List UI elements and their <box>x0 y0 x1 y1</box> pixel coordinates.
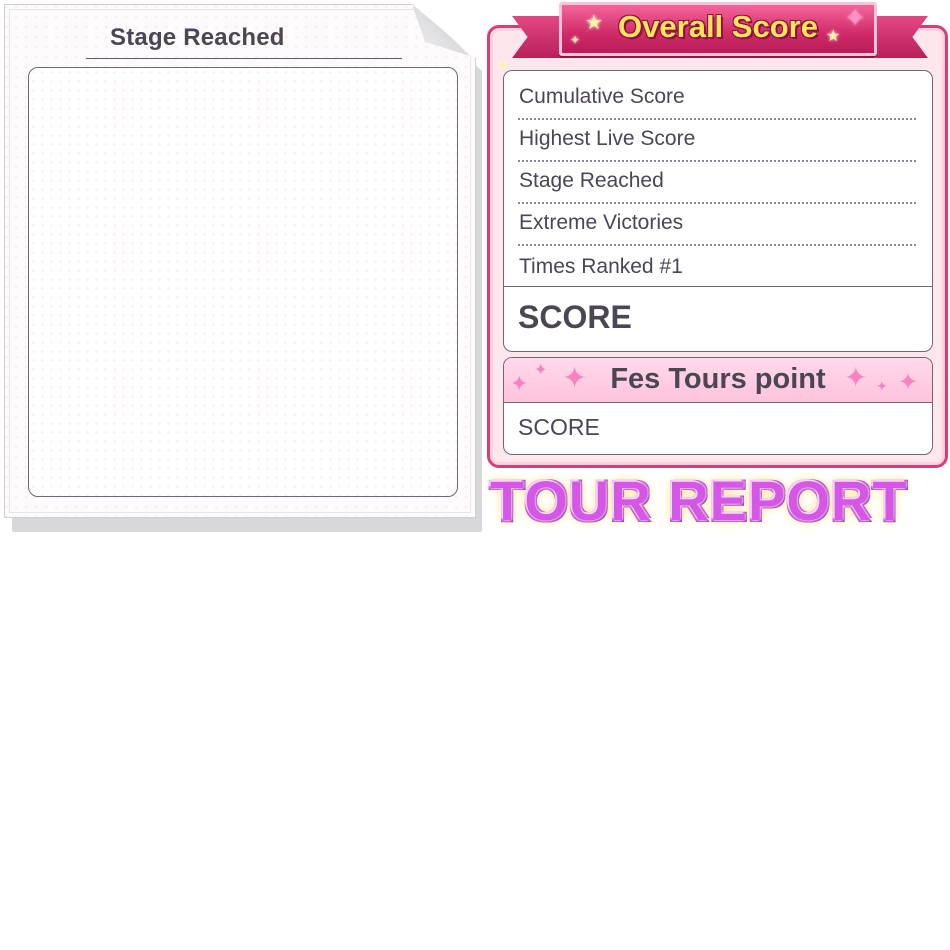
tour-report-logo: TOUR REPORT <box>490 469 908 532</box>
sparkle-icon: ✦ <box>570 33 581 47</box>
sparkle-icon: ★ <box>826 26 841 45</box>
tour-report-screen: Stage Reached Overall Score ★ ✦ ★ ✦ ✦ Cu… <box>0 0 950 950</box>
fes-tours-point-box: ✦ ✦ ✦ ✦ ✦ ✦ Fes Tours point SCORE <box>503 357 933 455</box>
sparkle-icon: ★ <box>585 10 603 34</box>
stage-reached-heading: Stage Reached <box>86 22 402 59</box>
stage-reached-title: Stage Reached <box>110 24 285 51</box>
score-row-label: Extreme Victories <box>519 211 684 234</box>
score-row-extreme-victories: Extreme Victories <box>518 202 916 246</box>
score-row-label: Highest Live Score <box>519 127 696 150</box>
score-row-label: Stage Reached <box>519 169 664 192</box>
score-divider <box>504 286 932 287</box>
score-row-label: Cumulative Score <box>519 85 685 108</box>
score-row-highest-live: Highest Live Score <box>518 118 916 162</box>
overall-score-total: SCORE <box>518 299 632 335</box>
overall-score-list: Cumulative Score Highest Live Score Stag… <box>503 70 933 352</box>
score-row-label: Times Ranked #1 <box>519 255 683 278</box>
sparkle-icon: ✦ <box>845 4 866 32</box>
score-row-cumulative: Cumulative Score <box>518 76 916 120</box>
fes-tours-score: SCORE <box>518 414 600 440</box>
score-row-times-ranked: Times Ranked #1 <box>518 246 916 288</box>
stage-reached-content-area <box>28 67 458 497</box>
fes-tours-title: Fes Tours point <box>610 363 826 395</box>
score-row-stage-reached: Stage Reached <box>518 160 916 204</box>
fes-tours-header: ✦ ✦ ✦ ✦ ✦ ✦ Fes Tours point <box>504 358 932 403</box>
